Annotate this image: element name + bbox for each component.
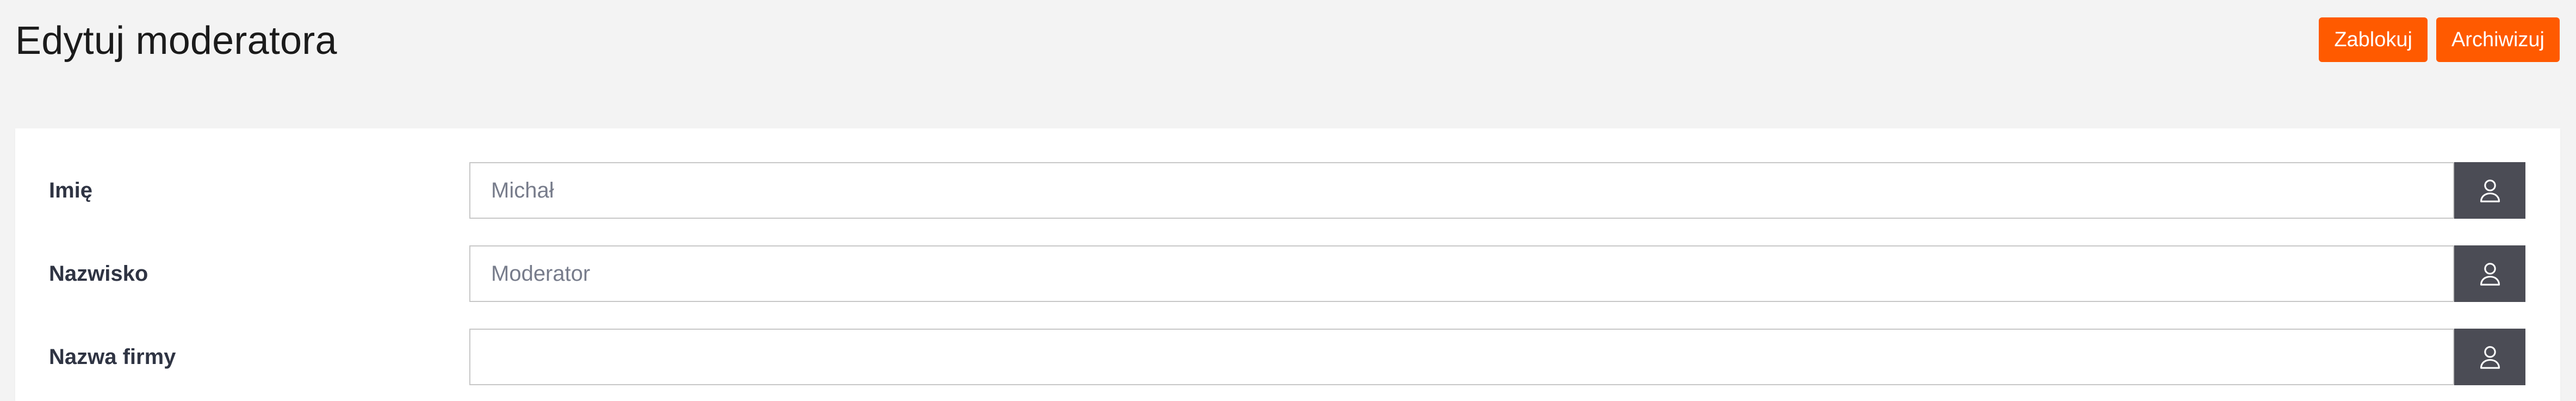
first-name-user-addon[interactable] bbox=[2454, 162, 2525, 219]
company-name-label: Nazwa firmy bbox=[49, 345, 176, 369]
last-name-user-addon[interactable] bbox=[2454, 245, 2525, 302]
first-name-row: Imię bbox=[15, 162, 2560, 219]
header-actions: Zablokuj Archiwizuj bbox=[2319, 17, 2560, 62]
moderator-form-card: Imię Nazwisko bbox=[15, 128, 2560, 401]
company-name-user-addon[interactable] bbox=[2454, 329, 2525, 385]
first-name-label: Imię bbox=[49, 178, 93, 202]
page-title: Edytuj moderatora bbox=[15, 19, 337, 63]
archive-button[interactable]: Archiwizuj bbox=[2436, 17, 2560, 62]
last-name-label: Nazwisko bbox=[49, 262, 148, 286]
first-name-input[interactable] bbox=[469, 162, 2454, 219]
company-name-input[interactable] bbox=[469, 329, 2454, 385]
last-name-row: Nazwisko bbox=[15, 245, 2560, 302]
edit-moderator-page: Edytuj moderatora Zablokuj Archiwizuj Im… bbox=[0, 0, 2576, 401]
company-name-row: Nazwa firmy bbox=[15, 329, 2560, 385]
user-icon bbox=[2478, 177, 2502, 203]
user-icon bbox=[2478, 261, 2502, 287]
last-name-input[interactable] bbox=[469, 245, 2454, 302]
user-icon bbox=[2478, 344, 2502, 370]
block-button[interactable]: Zablokuj bbox=[2319, 17, 2428, 62]
